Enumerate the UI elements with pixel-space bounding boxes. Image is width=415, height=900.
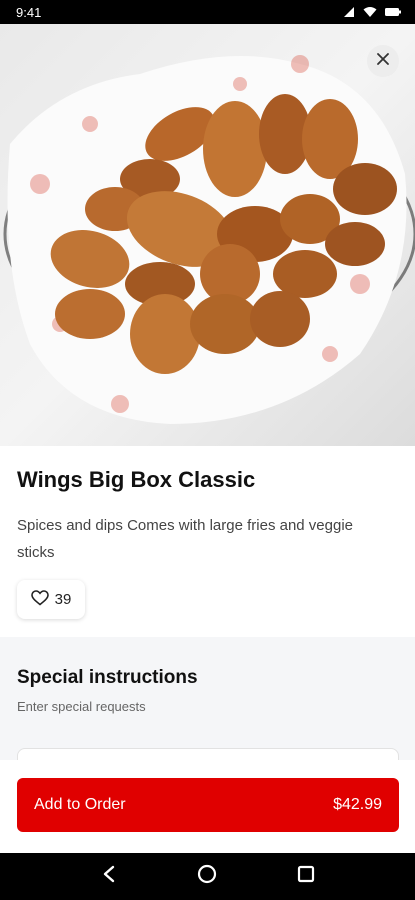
wifi-icon	[363, 6, 377, 18]
order-price: $42.99	[333, 796, 382, 813]
special-instructions-subtitle: Enter special requests	[17, 699, 146, 714]
status-icons	[343, 6, 401, 18]
item-title: Wings Big Box Classic	[17, 467, 256, 492]
recents-button[interactable]	[286, 857, 326, 897]
item-description: Spices and dips Comes with large fries a…	[17, 517, 354, 561]
battery-icon	[385, 7, 401, 17]
like-count: 39	[54, 591, 72, 608]
back-icon	[102, 865, 116, 888]
status-time: 9:41	[16, 4, 42, 20]
special-instructions-title: Special instructions	[17, 667, 198, 688]
signal-icon	[343, 6, 355, 18]
add-to-order-button[interactable]: Add to Order $42.99	[17, 778, 399, 832]
system-nav-bar	[0, 853, 415, 900]
home-icon	[197, 864, 217, 889]
home-button[interactable]	[187, 857, 227, 897]
heart-icon	[30, 589, 49, 610]
recents-icon	[297, 865, 315, 888]
add-to-order-label: Add to Order	[34, 796, 126, 813]
close-button[interactable]	[367, 45, 399, 77]
close-icon	[376, 52, 390, 71]
like-button[interactable]: 39	[17, 580, 85, 619]
back-button[interactable]	[89, 857, 129, 897]
status-bar: 9:41	[0, 0, 415, 24]
hero-image	[0, 24, 415, 446]
wings-photo	[3, 55, 415, 424]
